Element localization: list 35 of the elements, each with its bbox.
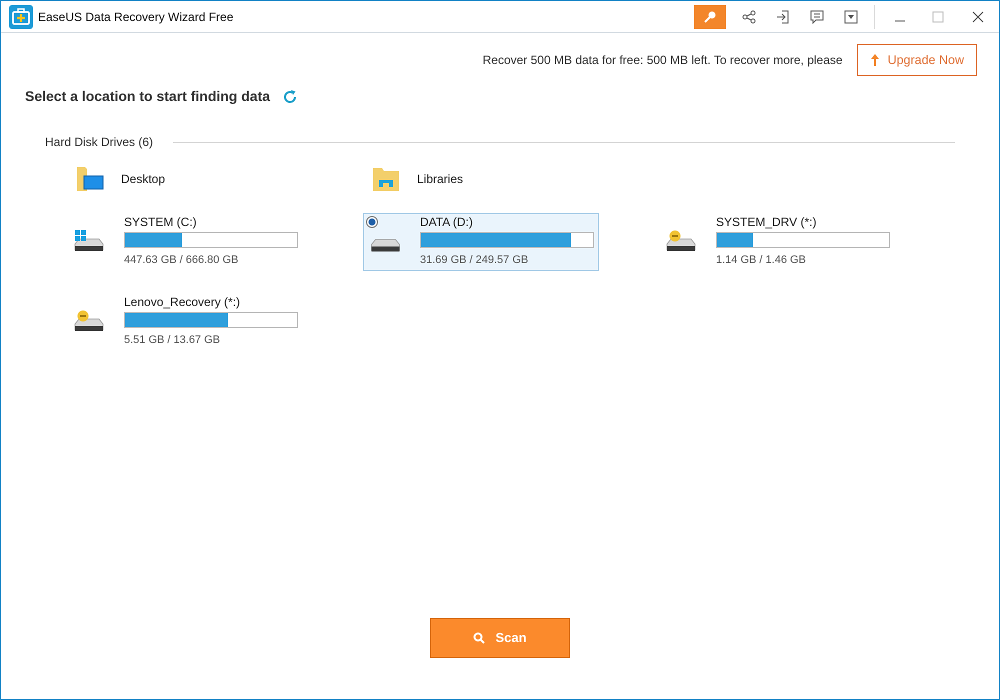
drive-name: DATA (D:) [420,215,474,230]
drive-item[interactable]: SYSTEM (C:) 447.63 GB / 666.80 GB [67,213,303,271]
search-icon [473,632,486,644]
drive-name: SYSTEM_DRV (*:) [716,215,818,230]
drive-icon [371,238,400,252]
page-heading: Select a location to start finding data [25,87,270,106]
minimize-icon [895,20,905,22]
dropdown-icon [844,10,858,24]
sign-in-icon [776,10,790,24]
drive-item[interactable]: Lenovo_Recovery (*:) 5.51 GB / 13.67 GB [67,293,303,351]
key-icon [703,10,717,24]
drive-name: Lenovo_Recovery (*:) [124,295,242,310]
key-button[interactable] [694,4,726,28]
section-label: Hard Disk Drives (6) [45,134,154,151]
radio-selected-icon [366,216,378,228]
library-folder-icon [371,165,401,193]
share-icon [742,10,756,24]
refresh-icon[interactable] [282,88,298,104]
up-arrow-icon [870,53,880,67]
window-title: EaseUS Data Recovery Wizard Free [38,8,234,26]
drive-item[interactable]: DATA (D:) 31.69 GB / 249.57 GB [363,213,599,271]
chat-icon [810,10,824,24]
drive-usage: 5.51 GB / 13.67 GB [124,333,222,348]
free-quota-notice: Recover 500 MB data for free: 500 MB left. To recover more, please [482,52,843,69]
drive-usage: 1.14 GB / 1.46 GB [716,253,807,268]
drive-item[interactable]: SYSTEM_DRV (*:) 1.14 GB / 1.46 GB [659,213,895,271]
drive-name: SYSTEM (C:) [124,215,198,230]
desktop-folder-icon [75,165,105,193]
location-item[interactable]: Libraries [367,161,663,197]
maximize-icon [932,10,944,22]
app-logo-icon [9,4,33,28]
drive-usage: 31.69 GB / 249.57 GB [420,253,530,268]
close-icon [972,10,984,22]
drive-usage: 447.63 GB / 666.80 GB [124,253,240,268]
location-item[interactable]: Desktop [71,161,367,197]
